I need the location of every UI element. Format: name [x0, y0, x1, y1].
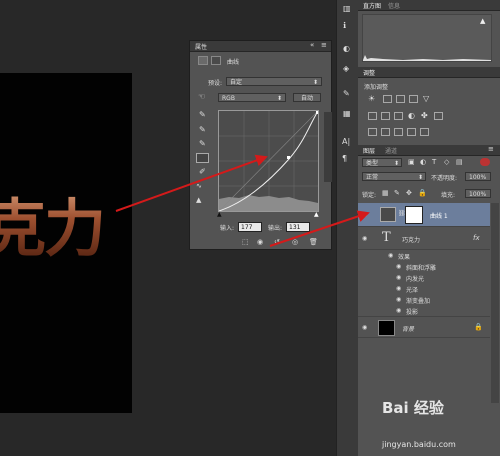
arrow-to-layer [269, 210, 370, 247]
annotation-arrows [115, 154, 370, 247]
watermark-brand: Bai 经验 [382, 399, 444, 417]
watermark-url: jingyan.baidu.com [382, 440, 456, 449]
arrow-to-curve [115, 154, 268, 212]
